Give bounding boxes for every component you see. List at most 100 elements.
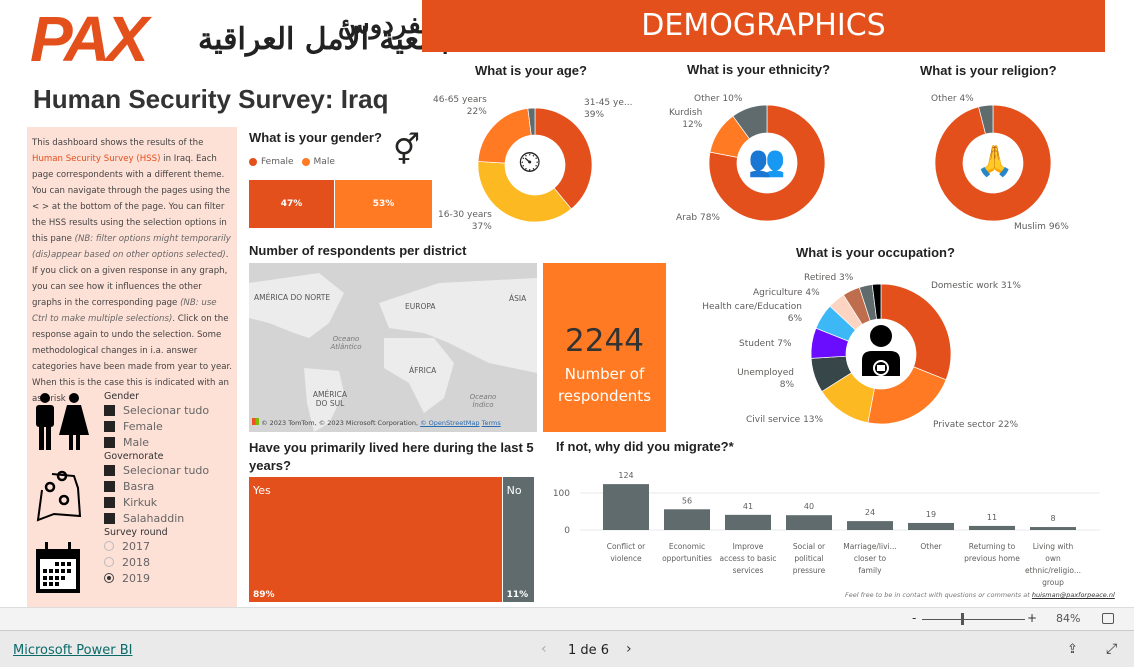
occupation-label: Student 7% [739,339,792,349]
survey-round-title: Survey round [104,527,168,538]
occupation-label: Retired 3% [804,273,854,283]
checkbox[interactable] [104,496,115,508]
occupation-label: Agriculture 4% [753,288,820,298]
page-indicator: 1 de 6 [568,643,610,658]
microsoft-logo-icon [252,418,259,425]
data-label: 11 [987,513,997,522]
x-tick-label: Social or political pressure [793,542,826,575]
option-label: Basra [123,479,155,493]
occupation-label: Domestic work 31% [931,281,1021,291]
radio-option[interactable]: 2018 [104,554,209,570]
fullscreen-icon[interactable]: ⤢ [1106,641,1117,657]
terms-link[interactable]: Terms [482,419,501,427]
radio-option[interactable]: 2019 [104,570,209,586]
bar[interactable] [603,484,649,530]
bar[interactable] [1030,527,1076,530]
bar-no[interactable]: No 11% [502,477,534,602]
feedback-note: Feel free to be in contact with question… [845,591,1115,599]
x-tick-label: Conflict or violence [607,542,646,563]
radio-selected[interactable] [104,573,114,583]
migrate-title: If not, why did you migrate?* [556,439,734,454]
data-label: 56 [682,496,692,505]
feedback-text: Feel free to be in contact with question… [845,591,1032,599]
zoom-in-button[interactable]: + [1027,611,1037,625]
occupation-label: Private sector 22% [933,420,1019,430]
checkbox[interactable] [104,512,115,524]
filter-option[interactable]: Selecionar tudo [104,462,209,478]
map-label: Oceano Atlântico [330,335,362,351]
power-bi-link[interactable]: Microsoft Power BI [13,643,132,658]
option-label: 2019 [122,571,150,585]
bar-category: No [506,484,522,497]
religion-label-other: Other 4% [931,94,974,104]
option-label: Selecionar tudo [123,463,210,477]
x-tick-label: Returning to previous home [964,542,1020,563]
share-icon[interactable]: ⇪ [1067,642,1078,657]
y-tick-label: 100 [553,489,570,499]
occupation-label: Civil service 13% [746,415,824,425]
bar[interactable] [969,525,1015,530]
group-people-icon: 👥 [748,144,786,179]
district-title: Number of respondents per district [249,243,467,258]
map-label: EUROPA [405,302,436,311]
bar[interactable] [908,522,954,530]
data-label: 19 [926,510,936,519]
migrate-bar-chart: 0 100 124 Conflict or violence 56 Economic oppo… [553,471,1100,587]
bar[interactable] [664,509,710,530]
prev-page-button[interactable]: ‹ [541,641,547,657]
bar-yes[interactable]: Yes 89% [249,477,503,602]
age-label-31-45: 31-45 ye... 39% [584,98,633,120]
x-tick-label: Marriage/livi... closer to family [843,542,897,575]
ethnicity-label-arab: Arab 78% [676,213,720,223]
zoom-bar: - + 84% [0,607,1134,630]
ethnicity-label-other: Other 10% [694,94,743,104]
filter-option[interactable]: Basra [104,478,209,494]
x-tick-label: Improve access to basic services [719,542,776,575]
fit-to-page-icon[interactable] [1102,613,1114,624]
zoom-slider[interactable] [922,619,1025,620]
radio-option[interactable]: 2017 [104,538,209,554]
calendar-icon [36,542,80,593]
checkbox[interactable] [104,464,115,476]
next-page-button[interactable]: › [626,641,632,657]
religion-label-muslim: Muslim 96% [1014,222,1069,232]
zoom-slider-handle[interactable] [961,613,964,625]
data-label: 40 [804,502,814,511]
radio[interactable] [104,557,114,567]
footer-bar: Microsoft Power BI ‹ 1 de 6 › ⇪ ⤢ [0,630,1134,667]
option-label: 2017 [122,539,150,553]
ethnicity-label-kurdish: Kurdish 12% [669,108,703,130]
clock-history-icon: ⏲ [518,145,542,180]
map-label: AMÉRICA DO NORTE [254,293,331,302]
age-label-46-65: 46-65 years 22% [433,95,487,117]
option-label: 2018 [122,555,150,569]
zoom-level: 84% [1056,612,1081,625]
bar-category: Yes [253,484,271,497]
filter-option[interactable]: Kirkuk [104,494,209,510]
lived-bar: Yes 89% No 11% [249,477,534,602]
district-map[interactable]: AMÉRICA DO NORTE EUROPA ÁSIA Oceano Atlâ… [249,263,537,432]
map-label: Oceano Índico [469,393,497,409]
map-label: ÁSIA [509,294,527,303]
osm-link[interactable]: © OpenStreetMap [420,419,479,427]
data-label: 41 [743,502,753,511]
zoom-out-button[interactable]: - [912,611,916,625]
data-label: 124 [618,471,633,480]
option-label: Salahaddin [123,511,185,525]
worker-briefcase-icon [862,325,900,376]
attribution-text: © 2023 TomTom, © 2023 Microsoft Corporat… [261,419,421,427]
option-label: Kirkuk [123,495,158,509]
respondents-label: Number of respondents [557,365,652,405]
occupation-label: Unemployed 8% [737,368,794,390]
radio[interactable] [104,541,114,551]
checkbox[interactable] [104,480,115,492]
feedback-email-link[interactable]: huisman@paxforpeace.nl [1032,591,1115,599]
bar-pct: 11% [506,590,529,600]
map-label: AMÉRICA DO SUL [312,390,348,408]
x-tick-label: Living with own ethnic/religio... group [1025,542,1081,587]
bar[interactable] [725,514,771,530]
data-label: 8 [1050,514,1055,523]
filter-option[interactable]: Salahaddin [104,510,209,526]
bar[interactable] [786,515,832,530]
bar[interactable] [847,521,893,530]
